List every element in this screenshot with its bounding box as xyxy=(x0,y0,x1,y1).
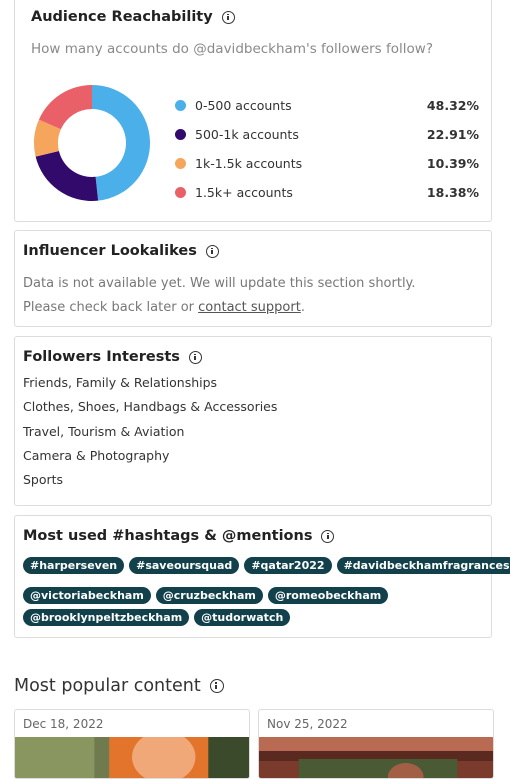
mention-chip[interactable]: @tudorwatch xyxy=(194,609,291,626)
legend-label: 0-500 accounts xyxy=(195,97,292,113)
legend-value: 48.32% xyxy=(426,97,479,113)
legend-row: 0-500 accounts 48.32% xyxy=(175,95,479,115)
mention-chip[interactable]: @brooklynpeltzbeckham xyxy=(23,609,190,626)
followers-interests-card: Followers Interests Friends, Family & Re… xyxy=(14,336,492,506)
legend-label: 1k-1.5k accounts xyxy=(195,155,303,171)
hashtags-mentions-card: Most used #hashtags & @mentions #harpers… xyxy=(14,515,510,638)
legend-value: 10.39% xyxy=(426,155,479,171)
audience-reachability-title: Audience Reachability xyxy=(31,9,235,25)
legend-label: 1.5k+ accounts xyxy=(195,184,293,200)
mention-chip[interactable]: @romeobeckham xyxy=(267,587,389,604)
interest-item: Travel, Tourism & Aviation xyxy=(23,424,185,439)
legend-value: 22.91% xyxy=(426,126,479,142)
legend-label: 500-1k accounts xyxy=(195,126,299,142)
donut-slice xyxy=(38,85,92,130)
hashtag-chip[interactable]: #qatar2022 xyxy=(244,557,332,574)
hashtag-chip[interactable]: #harperseven xyxy=(23,557,125,574)
interest-item: Sports xyxy=(23,472,64,487)
post-thumbnail[interactable] xyxy=(259,737,493,779)
contact-support-link[interactable]: contact support xyxy=(198,300,301,315)
interest-item: Camera & Photography xyxy=(23,448,170,463)
influencer-lookalikes-title: Influencer Lookalikes xyxy=(23,243,219,259)
info-icon[interactable] xyxy=(205,244,219,258)
interest-item: Clothes, Shoes, Handbags & Accessories xyxy=(23,399,278,414)
hashtag-row: #harperseven #saveoursquad #qatar2022 #d… xyxy=(23,557,510,574)
legend-dot xyxy=(175,99,186,111)
most-popular-content-title: Most popular content xyxy=(14,676,224,696)
legend-dot xyxy=(175,157,186,169)
post-card[interactable]: Dec 18, 2022 xyxy=(14,709,250,779)
interest-item: Friends, Family & Relationships xyxy=(23,375,218,390)
info-icon[interactable] xyxy=(188,350,202,364)
post-thumbnail[interactable] xyxy=(15,737,249,779)
donut-slice xyxy=(35,150,99,201)
post-date: Nov 25, 2022 xyxy=(267,717,348,731)
influencer-lookalikes-card: Influencer Lookalikes Data is not availa… xyxy=(14,230,492,327)
hashtags-mentions-title: Most used #hashtags & @mentions xyxy=(23,528,335,544)
legend-row: 1k-1.5k accounts 10.39% xyxy=(175,153,479,173)
hashtag-chip[interactable]: #saveoursquad xyxy=(129,557,240,574)
followers-interests-title: Followers Interests xyxy=(23,349,202,365)
lookalikes-message-line2: Please check back later or contact suppo… xyxy=(23,300,305,315)
mention-chip[interactable]: @cruzbeckham xyxy=(155,587,263,604)
post-date: Dec 18, 2022 xyxy=(23,717,104,731)
audience-reachability-card: Audience Reachability How many accounts … xyxy=(14,0,492,222)
audience-question: How many accounts do @davidbeckham's fol… xyxy=(31,41,433,57)
legend-row: 500-1k accounts 22.91% xyxy=(175,124,479,144)
legend-dot xyxy=(175,128,186,140)
info-icon[interactable] xyxy=(209,679,224,693)
post-card[interactable]: Nov 25, 2022 xyxy=(258,709,494,779)
info-icon[interactable] xyxy=(321,529,335,543)
mention-row: @brooklynpeltzbeckham @tudorwatch xyxy=(23,609,291,626)
mention-chip[interactable]: @victoriabeckham xyxy=(23,587,151,604)
info-icon[interactable] xyxy=(221,10,235,24)
legend-dot xyxy=(175,186,186,198)
donut-slice xyxy=(92,85,150,201)
mention-row: @victoriabeckham @cruzbeckham @romeobeck… xyxy=(23,587,389,604)
legend-row: 1.5k+ accounts 18.38% xyxy=(175,182,479,202)
lookalikes-message-line1: Data is not available yet. We will updat… xyxy=(23,276,416,291)
audience-donut-chart xyxy=(34,85,150,201)
hashtag-chip[interactable]: #davidbeckhamfragrances xyxy=(336,557,510,574)
legend-value: 18.38% xyxy=(426,184,479,200)
